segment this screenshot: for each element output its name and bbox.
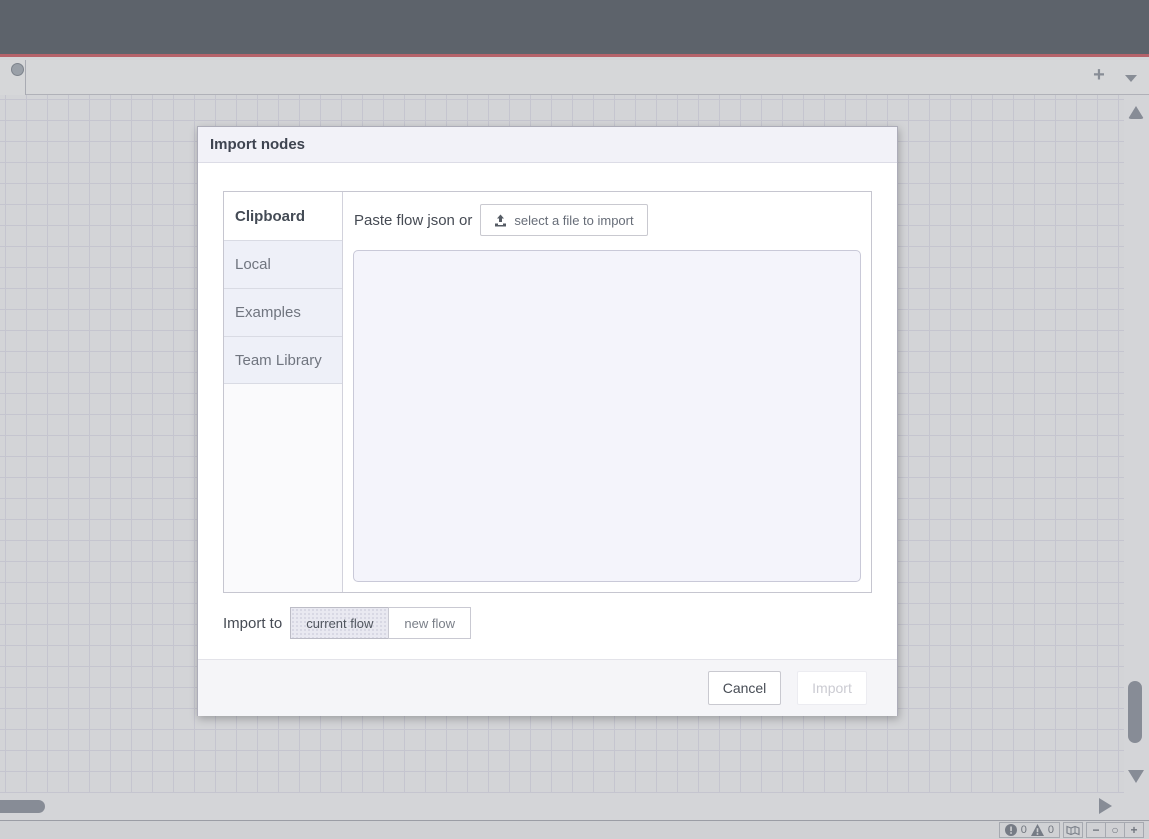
zoom-reset-button[interactable]: ○ — [1105, 822, 1125, 838]
horizontal-scroll-thumb[interactable] — [0, 800, 45, 813]
zoom-controls: − ○ + — [1086, 822, 1144, 838]
notification-counts[interactable]: 0 0 — [999, 822, 1060, 838]
dialog-body: Clipboard Local Examples Team Library Pa… — [198, 163, 897, 659]
import-to-current-flow-button[interactable]: current flow — [290, 607, 389, 639]
cancel-button[interactable]: Cancel — [708, 671, 781, 705]
import-to-new-flow-button[interactable]: new flow — [388, 607, 471, 639]
upload-icon — [494, 214, 507, 227]
select-file-button[interactable]: select a file to import — [480, 204, 647, 236]
tab-local[interactable]: Local — [224, 240, 342, 288]
scroll-down-arrow-icon[interactable] — [1128, 770, 1144, 783]
horizontal-scrollbar — [0, 793, 1124, 820]
zoom-in-button[interactable]: + — [1124, 822, 1144, 838]
tabbar-dot-icon — [11, 63, 24, 76]
map-icon — [1066, 825, 1080, 836]
flow-list-chevron-down-icon[interactable] — [1125, 75, 1137, 82]
import-to-label: Import to — [223, 615, 282, 632]
flow-json-textarea[interactable] — [353, 250, 861, 582]
import-source-panel: Clipboard Local Examples Team Library Pa… — [223, 191, 872, 593]
paste-flow-json-label: Paste flow json or — [354, 212, 472, 229]
scroll-right-arrow-icon[interactable] — [1099, 798, 1112, 814]
zoom-out-button[interactable]: − — [1086, 822, 1106, 838]
warning-triangle-icon — [1031, 824, 1044, 836]
tab-team-library[interactable]: Team Library — [224, 336, 342, 384]
tabbar-left-box — [0, 60, 26, 95]
import-destination-group: current flow new flow — [290, 607, 471, 639]
app-header — [0, 0, 1149, 57]
import-nodes-dialog: Import nodes Clipboard Local Examples Te… — [197, 126, 898, 716]
import-destination-row: Import to current flow new flow — [223, 607, 872, 639]
error-count: 0 — [1021, 824, 1027, 836]
statusbar: 0 0 − ○ + — [0, 820, 1149, 839]
navigator-map-button[interactable] — [1063, 822, 1083, 838]
clipboard-tab-content: Paste flow json or select a file to impo… — [343, 192, 871, 592]
import-button[interactable]: Import — [797, 671, 867, 705]
scroll-up-arrow-icon[interactable] — [1128, 106, 1144, 119]
warning-count: 0 — [1048, 824, 1054, 836]
tab-examples[interactable]: Examples — [224, 288, 342, 336]
workspace-tabbar: + — [0, 60, 1149, 95]
dialog-title: Import nodes — [198, 127, 897, 163]
add-flow-button[interactable]: + — [1087, 63, 1111, 87]
error-circle-icon — [1005, 824, 1017, 836]
select-file-button-label: select a file to import — [514, 213, 633, 228]
dialog-footer: Cancel Import — [198, 659, 897, 716]
tab-clipboard[interactable]: Clipboard — [224, 192, 342, 240]
vertical-scroll-thumb[interactable] — [1128, 681, 1142, 743]
import-source-tabs: Clipboard Local Examples Team Library — [224, 192, 343, 592]
vertical-scrollbar — [1124, 95, 1149, 820]
